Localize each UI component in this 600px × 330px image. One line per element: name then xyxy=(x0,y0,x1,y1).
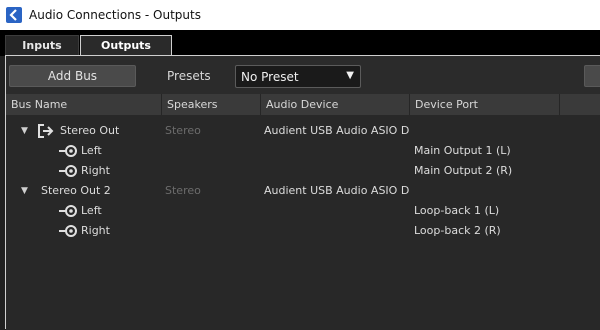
device-port-value[interactable]: Main Output 1 (L) xyxy=(414,141,511,161)
channel-name: Right xyxy=(81,164,110,177)
table-row[interactable]: Right Main Output 2 (R) xyxy=(6,161,600,181)
bus-name: Stereo Out 2 xyxy=(41,184,111,197)
table-row[interactable]: Left Loop-back 1 (L) xyxy=(6,201,600,221)
bus-name: Stereo Out xyxy=(60,124,120,137)
channel-port-icon xyxy=(59,145,77,157)
speakers-value: Stereo xyxy=(165,184,201,197)
column-header-bus-name[interactable]: Bus Name xyxy=(6,94,162,115)
preset-value: No Preset xyxy=(241,70,299,84)
outputs-panel: Add Bus Presets No Preset ▼ Bus Name Spe… xyxy=(5,55,600,330)
channel-name: Right xyxy=(81,224,110,237)
bus-table: ▼ Stereo Out Stereo Audient USB Audio AS… xyxy=(6,115,600,330)
device-port-value[interactable]: Loop-back 2 (R) xyxy=(414,221,501,241)
toolbar-right-button[interactable] xyxy=(584,65,600,87)
audio-device-value[interactable]: Audient USB Audio ASIO Dr xyxy=(264,121,410,141)
toolbar: Add Bus Presets No Preset ▼ xyxy=(6,56,600,94)
dropdown-arrow-icon: ▼ xyxy=(346,70,354,81)
table-header: Bus Name Speakers Audio Device Device Po… xyxy=(6,94,600,116)
speakers-value: Stereo xyxy=(165,124,201,137)
table-row[interactable]: Right Loop-back 2 (R) xyxy=(6,221,600,241)
column-header-audio-device[interactable]: Audio Device xyxy=(261,94,410,115)
add-bus-button[interactable]: Add Bus xyxy=(9,65,136,87)
table-row[interactable]: Left Main Output 1 (L) xyxy=(6,141,600,161)
channel-name: Left xyxy=(81,204,102,217)
title-bar: Audio Connections - Outputs xyxy=(0,0,600,30)
channel-name: Left xyxy=(81,144,102,157)
tab-strip: Inputs Outputs xyxy=(0,30,600,57)
channel-port-icon xyxy=(59,165,77,177)
column-header-speakers[interactable]: Speakers xyxy=(162,94,261,115)
window-title: Audio Connections - Outputs xyxy=(29,8,201,22)
table-row[interactable]: ▼ Stereo Out Stereo Audient USB Audio AS… xyxy=(6,121,600,141)
preset-dropdown[interactable]: No Preset ▼ xyxy=(235,65,361,88)
device-port-value[interactable]: Main Output 2 (R) xyxy=(414,161,512,181)
audio-device-value[interactable]: Audient USB Audio ASIO Dr xyxy=(264,181,410,201)
expand-triangle-icon[interactable]: ▼ xyxy=(21,121,28,141)
expand-triangle-icon[interactable]: ▼ xyxy=(21,181,28,201)
tab-inputs[interactable]: Inputs xyxy=(5,35,79,56)
output-arrow-icon xyxy=(38,124,54,138)
tab-outputs[interactable]: Outputs xyxy=(80,35,172,57)
column-header-extra xyxy=(560,94,600,115)
column-header-device-port[interactable]: Device Port xyxy=(410,94,560,115)
app-icon xyxy=(6,7,22,23)
channel-port-icon xyxy=(59,225,77,237)
presets-label: Presets xyxy=(167,69,211,83)
channel-port-icon xyxy=(59,205,77,217)
table-row[interactable]: ▼ Stereo Out 2 Stereo Audient USB Audio … xyxy=(6,181,600,201)
device-port-value[interactable]: Loop-back 1 (L) xyxy=(414,201,499,221)
